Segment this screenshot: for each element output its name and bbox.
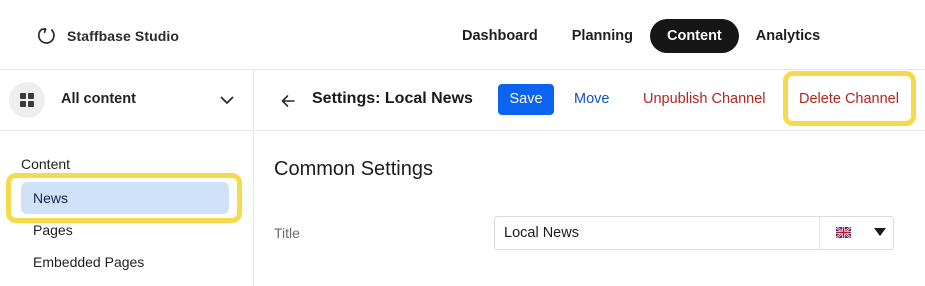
content-scope-selector[interactable]: All content	[0, 70, 253, 131]
sidebar-item-embedded-pages[interactable]: Embedded Pages	[21, 246, 229, 278]
scope-label: All content	[61, 91, 136, 107]
delete-channel-button[interactable]: Delete Channel	[799, 91, 899, 107]
app-name: Staffbase Studio	[67, 27, 180, 44]
save-button[interactable]: Save	[498, 84, 554, 115]
brand[interactable]: Staffbase Studio	[37, 26, 179, 45]
top-bar: Staffbase Studio Dashboard Planning Cont…	[0, 0, 925, 70]
sidebar-item-pages[interactable]: Pages	[21, 214, 229, 246]
main-panel: Settings: Local News Save Move Unpublish…	[255, 70, 925, 286]
title-field	[494, 216, 894, 250]
uk-flag-icon	[836, 227, 851, 238]
grid-icon	[9, 82, 45, 118]
move-button[interactable]: Move	[574, 91, 609, 107]
action-bar: Settings: Local News Save Move Unpublish…	[255, 70, 925, 131]
page-title: Settings: Local News	[312, 90, 473, 107]
sidebar-item-news[interactable]: News	[21, 182, 229, 214]
language-selector[interactable]	[819, 217, 893, 249]
staffbase-logo-icon	[37, 27, 55, 44]
nav-analytics[interactable]: Analytics	[739, 19, 837, 53]
chevron-down-icon[interactable]	[219, 92, 235, 108]
nav-planning[interactable]: Planning	[555, 19, 650, 53]
nav-dashboard[interactable]: Dashboard	[445, 19, 555, 53]
main-nav: Dashboard Planning Content Analytics	[445, 19, 837, 53]
title-input[interactable]	[495, 217, 818, 249]
nav-content[interactable]: Content	[649, 19, 739, 53]
caret-down-icon	[874, 228, 886, 236]
section-heading: Common Settings	[274, 158, 433, 180]
sidebar: All content Content News Pages Embedded …	[0, 70, 254, 286]
title-field-label: Title	[274, 225, 300, 241]
back-arrow-icon[interactable]	[279, 92, 297, 110]
unpublish-channel-button[interactable]: Unpublish Channel	[643, 91, 766, 107]
sidebar-section-title: Content	[21, 156, 71, 172]
